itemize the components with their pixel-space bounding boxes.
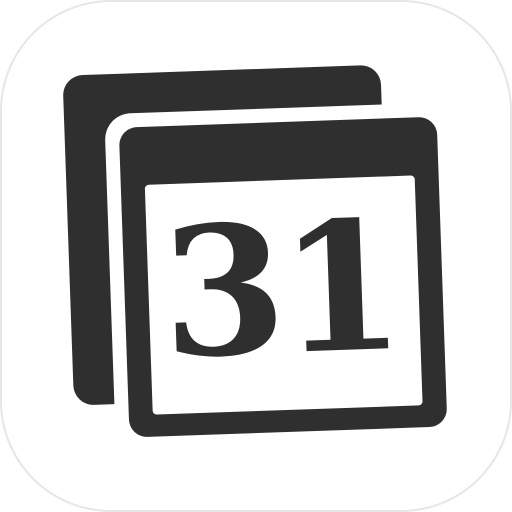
app-icon[interactable]: 31 [0, 0, 512, 512]
calendar-day-number: 31 [158, 180, 402, 399]
